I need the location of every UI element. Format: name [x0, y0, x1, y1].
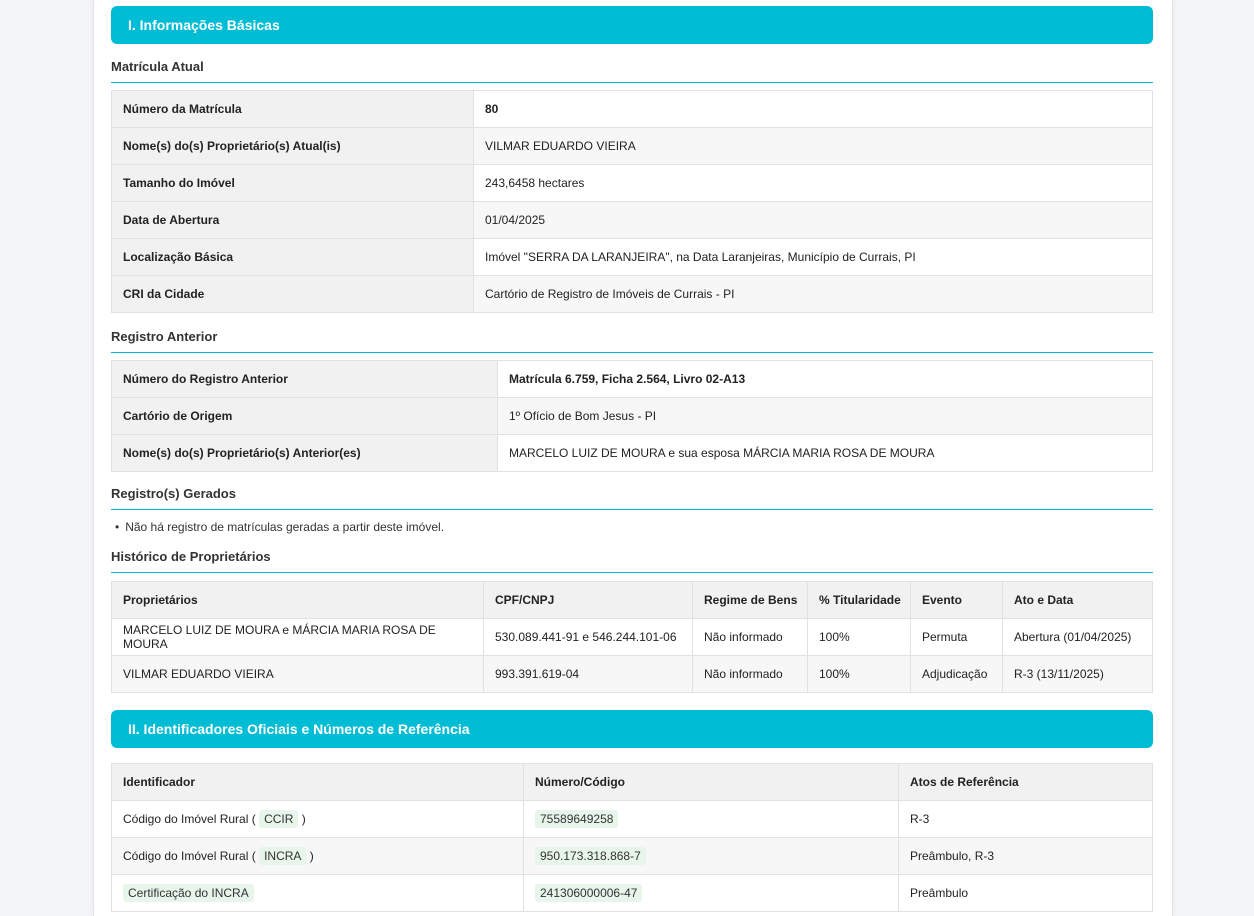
row-value: Cartório de Registro de Imóveis de Curra…	[473, 275, 1153, 313]
table-cell: MARCELO LUIZ DE MOURA e MÁRCIA MARIA ROS…	[111, 618, 484, 656]
table-row: MARCELO LUIZ DE MOURA e MÁRCIA MARIA ROS…	[111, 618, 1153, 656]
table-row: CRI da Cidade Cartório de Registro de Im…	[111, 275, 1153, 313]
row-label: Nome(s) do(s) Proprietário(s) Anterior(e…	[111, 434, 498, 472]
column-header: Ato e Data	[1002, 581, 1153, 619]
subheading-registros-gerados: Registro(s) Gerados	[111, 486, 1153, 510]
code-cell: 950.173.318.868-7	[523, 837, 899, 875]
code-cell: 241306000006-47	[523, 874, 899, 912]
row-value: VILMAR EDUARDO VIEIRA	[473, 127, 1153, 165]
table-cell: Adjudicação	[910, 655, 1003, 693]
row-label: Tamanho do Imóvel	[111, 164, 474, 202]
identifier-tag: INCRA	[259, 847, 307, 865]
document-page: I. Informações Básicas Matrícula Atual N…	[93, 0, 1173, 916]
identifier-cell: Código do Imóvel Rural ( CCIR )	[111, 800, 524, 838]
identifier-cell: Código do Imóvel Rural ( INCRA )	[111, 837, 524, 875]
section-header-informacoes-basicas: I. Informações Básicas	[111, 6, 1153, 44]
row-label: Localização Básica	[111, 238, 474, 276]
subheading-historico-proprietarios: Histórico de Proprietários	[111, 549, 1153, 573]
code-tag: 950.173.318.868-7	[535, 847, 646, 865]
column-header: Identificador	[111, 763, 524, 801]
table-cell: 993.391.619-04	[483, 655, 693, 693]
code-tag: 241306000006-47	[535, 884, 643, 902]
row-value: 01/04/2025	[473, 201, 1153, 239]
table-header-row: Proprietários CPF/CNPJ Regime de Bens % …	[111, 581, 1153, 619]
historico-table: Proprietários CPF/CNPJ Regime de Bens % …	[111, 581, 1153, 693]
table-cell: VILMAR EDUARDO VIEIRA	[111, 655, 484, 693]
table-cell: Abertura (01/04/2025)	[1002, 618, 1153, 656]
row-label: Número do Registro Anterior	[111, 360, 498, 398]
table-row: Nome(s) do(s) Proprietário(s) Anterior(e…	[111, 434, 1153, 472]
row-label: Cartório de Origem	[111, 397, 498, 435]
subheading-matricula-atual: Matrícula Atual	[111, 59, 1153, 83]
row-label: Número da Matrícula	[111, 90, 474, 128]
row-label: Data de Abertura	[111, 201, 474, 239]
reference-cell: Preâmbulo, R-3	[898, 837, 1153, 875]
table-row: VILMAR EDUARDO VIEIRA 993.391.619-04 Não…	[111, 655, 1153, 693]
table-row: Certificação do INCRA 241306000006-47 Pr…	[111, 874, 1153, 912]
table-row: Localização Básica Imóvel "SERRA DA LARA…	[111, 238, 1153, 276]
identifier-tag: Certificação do INCRA	[123, 884, 254, 902]
table-row: Código do Imóvel Rural ( CCIR ) 75589649…	[111, 800, 1153, 838]
column-header: Proprietários	[111, 581, 484, 619]
table-row: Data de Abertura 01/04/2025	[111, 201, 1153, 239]
column-header: % Titularidade	[807, 581, 911, 619]
table-cell: Permuta	[910, 618, 1003, 656]
table-cell: 100%	[807, 655, 911, 693]
row-label: CRI da Cidade	[111, 275, 474, 313]
row-label: Nome(s) do(s) Proprietário(s) Atual(is)	[111, 127, 474, 165]
row-value: 1º Ofício de Bom Jesus - PI	[497, 397, 1153, 435]
column-header: Evento	[910, 581, 1003, 619]
table-row: Tamanho do Imóvel 243,6458 hectares	[111, 164, 1153, 202]
table-cell: Não informado	[692, 655, 808, 693]
list-item: Não há registro de matrículas geradas a …	[111, 520, 444, 534]
table-row: Código do Imóvel Rural ( INCRA ) 950.173…	[111, 837, 1153, 875]
subheading-registro-anterior: Registro Anterior	[111, 329, 1153, 353]
table-row: Número da Matrícula 80	[111, 90, 1153, 128]
reference-cell: Preâmbulo	[898, 874, 1153, 912]
table-cell: 530.089.441-91 e 546.244.101-06	[483, 618, 693, 656]
code-tag: 75589649258	[535, 810, 619, 828]
row-value: 80	[473, 90, 1153, 128]
table-row: Cartório de Origem 1º Ofício de Bom Jesu…	[111, 397, 1153, 435]
reference-cell: R-3	[898, 800, 1153, 838]
table-row: Número do Registro Anterior Matrícula 6.…	[111, 360, 1153, 398]
registro-anterior-table: Número do Registro Anterior Matrícula 6.…	[111, 360, 1153, 472]
code-cell: 75589649258	[523, 800, 899, 838]
column-header: Número/Código	[523, 763, 899, 801]
identifier-cell: Certificação do INCRA	[111, 874, 524, 912]
section-header-identificadores: II. Identificadores Oficiais e Números d…	[111, 710, 1153, 748]
table-cell: 100%	[807, 618, 911, 656]
table-cell: R-3 (13/11/2025)	[1002, 655, 1153, 693]
row-value: Imóvel "SERRA DA LARANJEIRA", na Data La…	[473, 238, 1153, 276]
column-header: Atos de Referência	[898, 763, 1153, 801]
row-value: MARCELO LUIZ DE MOURA e sua esposa MÁRCI…	[497, 434, 1153, 472]
matricula-atual-table: Número da Matrícula 80 Nome(s) do(s) Pro…	[111, 90, 1153, 313]
table-row: Nome(s) do(s) Proprietário(s) Atual(is) …	[111, 127, 1153, 165]
identifier-tag: CCIR	[259, 810, 299, 828]
table-header-row: Identificador Número/Código Atos de Refe…	[111, 763, 1153, 801]
column-header: CPF/CNPJ	[483, 581, 693, 619]
table-cell: Não informado	[692, 618, 808, 656]
column-header: Regime de Bens	[692, 581, 808, 619]
row-value: 243,6458 hectares	[473, 164, 1153, 202]
identificadores-table: Identificador Número/Código Atos de Refe…	[111, 763, 1153, 912]
row-value: Matrícula 6.759, Ficha 2.564, Livro 02-A…	[497, 360, 1153, 398]
